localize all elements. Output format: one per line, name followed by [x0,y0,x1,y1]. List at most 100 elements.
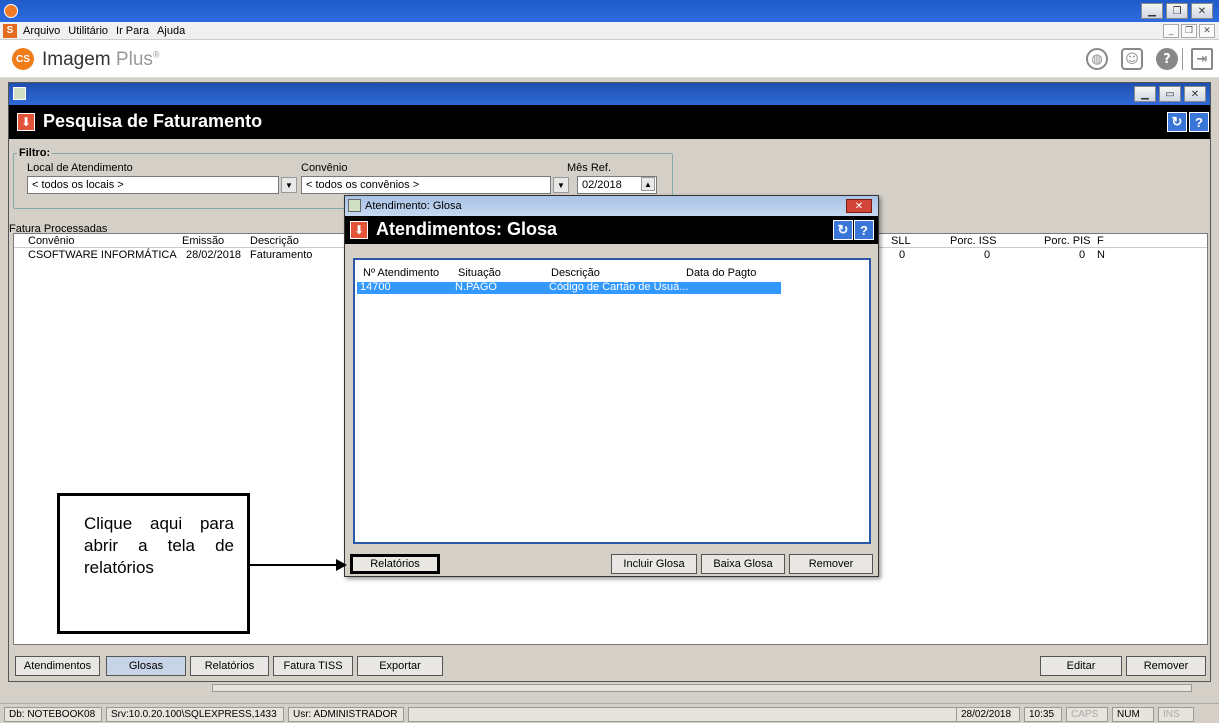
dialog-header-arrow-icon: ⬇ [350,221,368,239]
close-icon[interactable]: ✕ [1191,3,1213,19]
fatura-tiss-button[interactable]: Fatura TISS [273,656,353,676]
cell-pis: 0 [1079,249,1086,261]
cell-iss: 0 [984,249,991,261]
local-label: Local de Atendimento [27,162,133,174]
child-minimize-icon[interactable]: ▁ [1134,86,1156,102]
status-ins: INS [1158,707,1194,722]
dialog-remover-button[interactable]: Remover [789,554,873,574]
col-pis[interactable]: Porc. PIS [1044,235,1090,247]
child-maximize-icon[interactable]: ▭ [1159,86,1181,102]
col-situacao[interactable]: Situação [458,267,501,279]
mes-spinner-icon[interactable]: ▲ [641,177,655,191]
window-controls: ▁ ❐ ✕ [1141,3,1213,19]
brand-name-plus: Plus [115,49,153,70]
system-menu-icon[interactable]: S [3,23,17,38]
status-empty [408,707,958,722]
menu-utilitario[interactable]: Utilitário [68,25,108,37]
glosa-grid: Nº Atendimento Situação Descrição Data d… [353,258,871,544]
col-data-pagto[interactable]: Data do Pagto [686,267,756,279]
col-iss[interactable]: Porc. ISS [950,235,996,247]
baixa-glosa-button[interactable]: Baixa Glosa [701,554,785,574]
filter-label: Filtro: [17,147,53,159]
mdi-controls: _ ❐ ✕ [1163,24,1215,38]
convenio-dropdown-icon[interactable]: ▼ [553,177,569,193]
cell-f: N [1097,249,1105,261]
dialog-refresh-icon[interactable]: ↻ [833,220,853,240]
col-f[interactable]: F [1097,235,1104,247]
cell-emissao: 28/02/2018 [186,249,242,261]
user-icon[interactable]: ☺ [1121,48,1143,70]
status-caps: CAPS [1066,707,1108,722]
glosas-button[interactable]: Glosas [106,656,186,676]
refresh-icon[interactable]: ↻ [1167,112,1187,132]
col-descricao-glosa[interactable]: Descrição [551,267,600,279]
app-logo-icon [4,4,18,18]
dialog-title: Atendimentos: Glosa [376,219,558,239]
col-convenio[interactable]: Convênio [28,235,74,247]
callout-text: Clique aqui para abrir a tela de relatór… [84,514,234,577]
convenio-select[interactable]: < todos os convênios > [301,176,551,194]
brand-name-main: Imagem [42,49,111,70]
cell-descricao-glosa: Código de Cartão de Usuá... [549,281,689,293]
background-scrollbar[interactable] [212,684,1192,692]
status-date: 28/02/2018 [956,707,1020,722]
cell-situacao: N.PAGO [455,281,497,293]
brand-logo-icon: CS [12,48,34,70]
status-server: Srv:10.0.20.100\SQLEXPRESS,1433 [106,707,284,722]
remover-button[interactable]: Remover [1126,656,1206,676]
page-title: Pesquisa de Faturamento [43,111,263,131]
status-db: Db: NOTEBOOK08 [4,707,102,722]
mdi-close-icon[interactable]: ✕ [1199,24,1215,38]
status-user: Usr: ADMINISTRADOR [288,707,404,722]
child-close-icon[interactable]: ✕ [1184,86,1206,102]
menu-ajuda[interactable]: Ajuda [157,25,185,37]
callout-arrow-icon [248,559,347,571]
brand-name: Imagem Plus® [42,49,160,71]
local-select[interactable]: < todos os locais > [27,176,279,194]
maximize-icon[interactable]: ❐ [1166,3,1188,19]
brand-mark: ® [152,49,160,60]
atendimentos-button[interactable]: Atendimentos [15,656,100,676]
col-csll[interactable]: SLL [891,235,911,247]
page-header: ⬇ Pesquisa de Faturamento ↻ ? [9,105,1210,139]
menu-ir-para[interactable]: Ir Para [116,25,149,37]
cell-convenio: CSOFTWARE INFORMÁTICA [28,249,177,261]
mes-label: Mês Ref. [567,162,612,174]
globe-icon[interactable]: ◍ [1086,48,1108,70]
header-arrow-icon: ⬇ [17,113,35,131]
child-title-bar: ▁ ▭ ✕ [9,83,1210,105]
dialog-close-icon[interactable]: ✕ [846,199,872,213]
local-dropdown-icon[interactable]: ▼ [281,177,297,193]
dialog-help-icon[interactable]: ? [854,220,874,240]
dialog-header: ⬇ Atendimentos: Glosa ↻ ? [345,216,878,244]
toolbar-divider [1182,48,1183,70]
col-n-atendimento[interactable]: Nº Atendimento [363,267,439,279]
mdi-restore-icon[interactable]: ❐ [1181,24,1197,38]
dialog-relatorios-button[interactable]: Relatórios [350,554,440,574]
exportar-button[interactable]: Exportar [357,656,443,676]
status-bar: Db: NOTEBOOK08 Srv:10.0.20.100\SQLEXPRES… [0,703,1219,723]
cell-descricao: Faturamento [250,249,313,261]
incluir-glosa-button[interactable]: Incluir Glosa [611,554,697,574]
col-emissao[interactable]: Emissão [182,235,224,247]
minimize-icon[interactable]: ▁ [1141,3,1163,19]
brand-toolbar [0,40,1219,78]
convenio-label: Convênio [301,162,348,174]
menu-arquivo[interactable]: Arquivo [23,25,60,37]
cell-n-atendimento: 14700 [360,281,391,293]
cell-csll: 0 [899,249,906,261]
status-time: 10:35 [1024,707,1062,722]
relatorios-button[interactable]: Relatórios [190,656,269,676]
editar-button[interactable]: Editar [1040,656,1122,676]
app-title-bar: ▁ ❐ ✕ [0,0,1219,22]
col-descricao[interactable]: Descrição [250,235,299,247]
header-help-icon[interactable]: ? [1189,112,1209,132]
glosa-dialog: Atendimento: Glosa ✕ ⬇ Atendimentos: Glo… [344,195,879,577]
mdi-minimize-icon[interactable]: _ [1163,24,1179,38]
help-icon[interactable]: ? [1156,48,1178,70]
table-row-selected[interactable]: 14700 N.PAGO Código de Cartão de Usuá... [357,281,781,294]
logout-icon[interactable]: ⇥ [1191,48,1213,70]
dialog-window-icon [348,199,361,212]
dialog-title-bar: Atendimento: Glosa ✕ [345,196,878,216]
dialog-window-title: Atendimento: Glosa [365,200,462,212]
